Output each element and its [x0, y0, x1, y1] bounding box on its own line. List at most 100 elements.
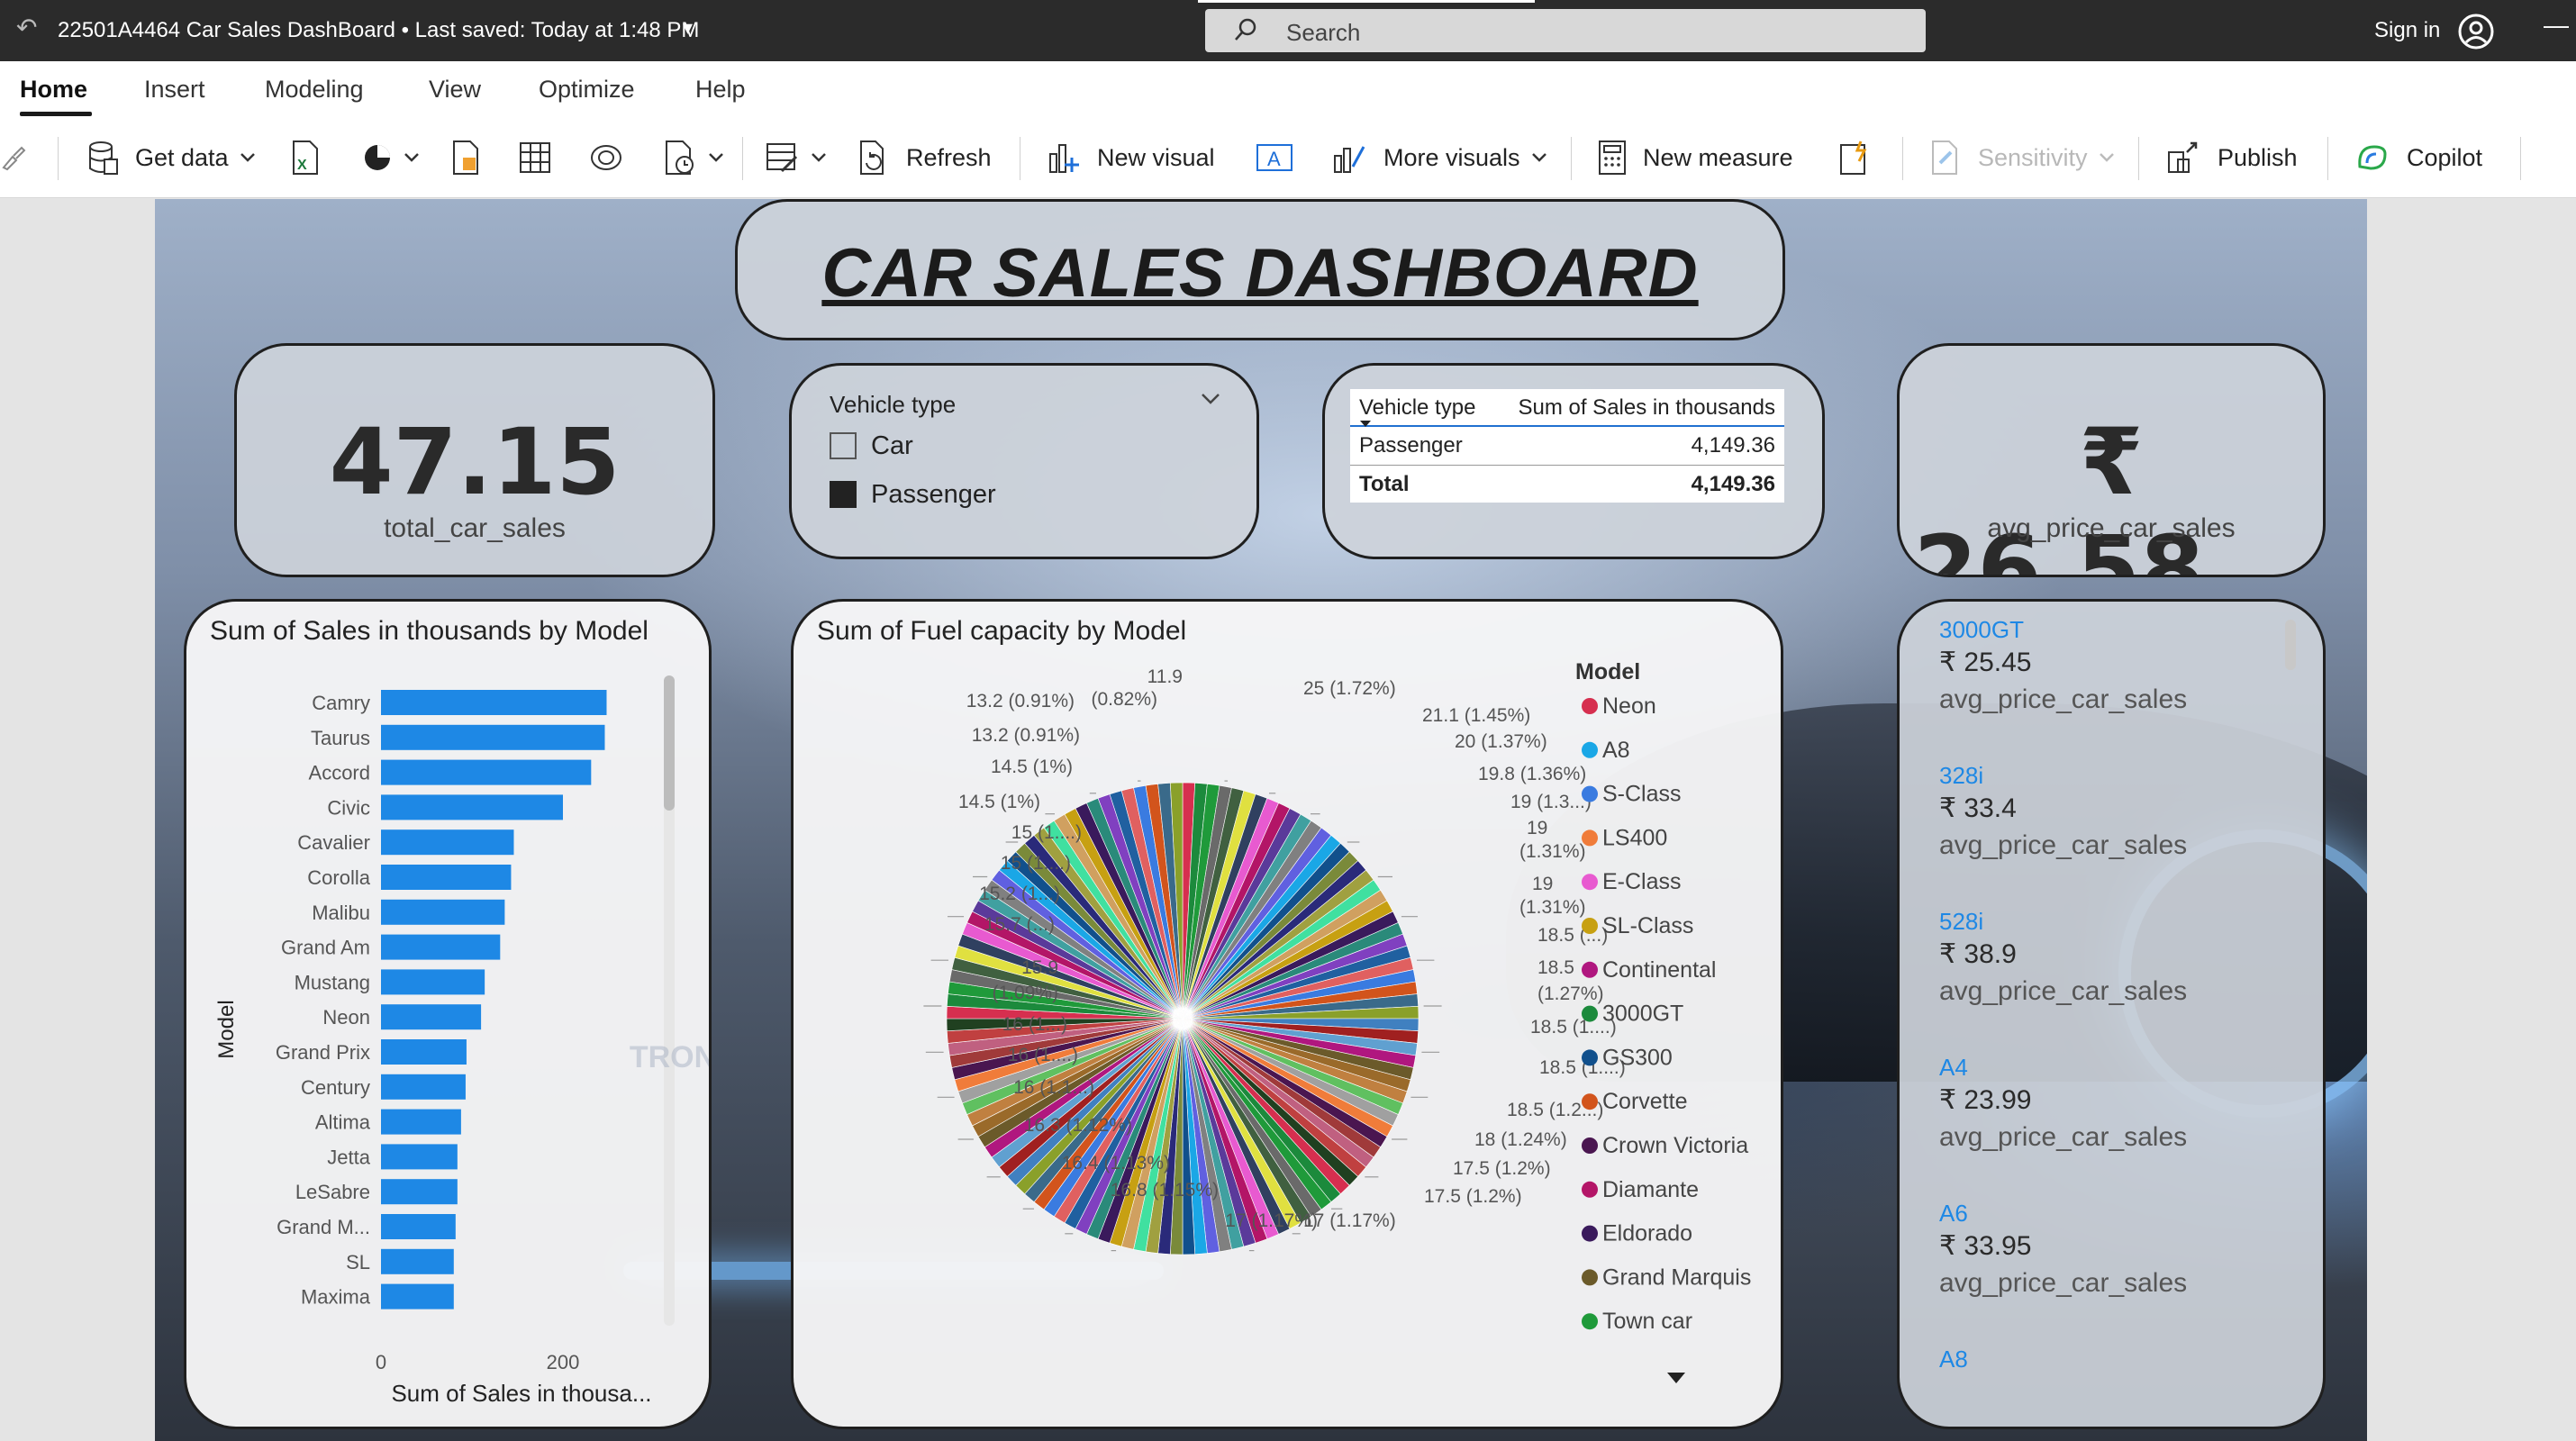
legend-item[interactable]: LS400 — [1602, 825, 1667, 850]
enter-data-button[interactable] — [519, 137, 551, 178]
sales-by-model-chart-card[interactable]: Sum of Sales in thousands by Model Model… — [184, 599, 712, 1429]
vehicle-type-slicer[interactable]: Vehicle type Car Passenger — [789, 363, 1259, 559]
model-card[interactable]: 328i ₹ 33.4 avg_price_car_sales — [1939, 762, 2290, 908]
text-box-button[interactable]: A — [1256, 137, 1293, 178]
y-tick-label: LeSabre — [295, 1181, 370, 1203]
account-icon[interactable] — [2457, 13, 2495, 50]
legend-item[interactable]: Neon — [1602, 693, 1656, 719]
transform-data-button[interactable] — [663, 137, 724, 178]
legend-item[interactable]: A8 — [1602, 738, 1630, 763]
data-label: 18.5 — [1537, 957, 1574, 978]
legend-item[interactable]: E-Class — [1602, 869, 1682, 894]
slicer-title: Vehicle type — [830, 391, 957, 418]
legend-item[interactable]: SL-Class — [1602, 913, 1693, 938]
legend-item[interactable]: Crown Victoria — [1602, 1133, 1748, 1158]
transform-button[interactable] — [766, 137, 827, 178]
model-card[interactable]: A6 ₹ 33.95 avg_price_car_sales — [1939, 1200, 2290, 1346]
bar[interactable] — [381, 690, 607, 715]
tab-help[interactable]: Help — [695, 76, 746, 104]
sales-by-model-bar-chart[interactable]: Model Sum of Sales in thousa... Camry Tau… — [186, 602, 712, 1429]
avg-price-by-model-cards[interactable]: 3000GT ₹ 25.45 avg_price_car_sales 328i ₹ 33… — [1897, 599, 2326, 1429]
bar[interactable] — [381, 1248, 454, 1274]
row-label: Passenger — [1359, 433, 1463, 458]
legend-item[interactable]: Corvette — [1602, 1089, 1687, 1114]
bar[interactable] — [381, 1039, 467, 1065]
bar[interactable] — [381, 934, 501, 960]
model-card[interactable]: A4 ₹ 23.99 avg_price_car_sales — [1939, 1054, 2290, 1200]
tab-optimize[interactable]: Optimize — [539, 76, 635, 104]
table-edit-icon — [766, 143, 798, 173]
bar[interactable] — [381, 865, 512, 890]
search-input[interactable]: Search — [1205, 9, 1926, 52]
copilot-button[interactable]: Copilot — [2354, 137, 2482, 178]
tab-insert[interactable]: Insert — [144, 76, 205, 104]
model-card[interactable]: 528i ₹ 38.9 avg_price_car_sales — [1939, 908, 2290, 1054]
dashboard-title-card[interactable]: CAR SALES DASHBOARD — [735, 199, 1785, 340]
legend-scroll-down-icon[interactable] — [1667, 1373, 1685, 1383]
legend-item[interactable]: Diamante — [1602, 1177, 1699, 1202]
bar[interactable] — [381, 1283, 454, 1310]
legend-item[interactable]: GS300 — [1602, 1045, 1673, 1070]
model-card[interactable]: A8 — [1939, 1346, 2290, 1376]
chevron-down-icon[interactable]: ▾ — [683, 16, 693, 40]
tab-modeling[interactable]: Modeling — [265, 76, 364, 104]
chevron-down-icon — [812, 153, 826, 162]
bar[interactable] — [381, 1214, 456, 1239]
bar[interactable] — [381, 969, 485, 995]
bar[interactable] — [381, 1179, 458, 1205]
bar[interactable] — [381, 1074, 466, 1100]
legend-item[interactable]: 3000GT — [1602, 1001, 1683, 1027]
recent-sources-button[interactable] — [589, 137, 623, 178]
kpi-card-avg-price[interactable]: ₹ 26.58... avg_price_car_sales — [1897, 343, 2326, 577]
more-visuals-button[interactable]: More visuals — [1331, 137, 1547, 178]
document-title[interactable]: 22501A4464 Car Sales DashBoard • Last sa… — [58, 18, 699, 43]
bar[interactable] — [381, 1109, 461, 1135]
fuel-capacity-pie-chart[interactable]: 25 (1.72%) 21.1 (1.45%) 20 (1.37%) 19.8 (1.… — [794, 602, 1783, 1429]
publish-button[interactable]: Publish — [2165, 137, 2298, 178]
refresh-button[interactable]: Refresh — [857, 137, 992, 178]
bar[interactable] — [381, 1144, 458, 1170]
scrollbar-thumb[interactable] — [664, 675, 675, 811]
new-visual-button[interactable]: New visual — [1047, 137, 1215, 178]
sql-button[interactable] — [450, 137, 481, 178]
column-header-vehicle-type[interactable]: Vehicle type — [1359, 395, 1475, 421]
format-painter-button[interactable] — [0, 137, 27, 178]
table-row[interactable]: Passenger 4,149.36 — [1350, 427, 1784, 465]
checkbox[interactable] — [830, 432, 857, 459]
minimize-icon[interactable]: — — [2544, 11, 2569, 40]
legend-item[interactable]: Grand Marquis — [1602, 1264, 1751, 1290]
tab-home[interactable]: Home — [20, 76, 87, 104]
legend-item[interactable]: Continental — [1602, 957, 1716, 983]
dataverse-button[interactable] — [362, 137, 420, 178]
undo-icon[interactable]: ↶ — [16, 14, 43, 41]
bar[interactable] — [381, 829, 514, 856]
legend-item[interactable]: S-Class — [1602, 782, 1682, 807]
legend-item[interactable]: Eldorado — [1602, 1221, 1692, 1246]
model-card[interactable]: 3000GT ₹ 25.45 avg_price_car_sales — [1939, 616, 2290, 762]
copilot-label: Copilot — [2407, 143, 2483, 171]
bar[interactable] — [381, 1004, 482, 1030]
kpi-card-total-sales[interactable]: 47.15 total_car_sales — [234, 343, 715, 577]
new-measure-button[interactable]: New measure — [1598, 137, 1793, 178]
chevron-down-icon[interactable] — [1201, 393, 1220, 405]
checkbox[interactable] — [830, 481, 857, 508]
bar[interactable] — [381, 759, 592, 785]
sensitivity-button[interactable]: Sensitivity — [1929, 137, 2115, 178]
bar[interactable] — [381, 794, 563, 820]
bar[interactable] — [381, 899, 505, 925]
slicer-option-passenger[interactable]: Passenger — [830, 479, 996, 510]
calculator-icon — [1599, 140, 1626, 175]
sales-matrix-card[interactable]: Vehicle type Sum of Sales in thousands P… — [1322, 363, 1825, 559]
quick-measure-button[interactable] — [1837, 137, 1870, 178]
legend-item[interactable]: Town car — [1602, 1309, 1692, 1334]
excel-button[interactable]: X — [290, 137, 321, 178]
slicer-option-car[interactable]: Car — [830, 430, 913, 461]
tab-view[interactable]: View — [429, 76, 481, 104]
sign-in-link[interactable]: Sign in — [2374, 18, 2440, 43]
column-header-sum-sales[interactable]: Sum of Sales in thousands — [1518, 395, 1775, 421]
get-data-button[interactable]: Get data — [86, 137, 256, 178]
data-label: (1.09%) — [992, 983, 1058, 1003]
bar[interactable] — [381, 724, 605, 750]
fuel-capacity-pie-card[interactable]: Sum of Fuel capacity by Model 25 (1.72%)… — [791, 599, 1783, 1429]
refresh-label: Refresh — [906, 143, 992, 171]
